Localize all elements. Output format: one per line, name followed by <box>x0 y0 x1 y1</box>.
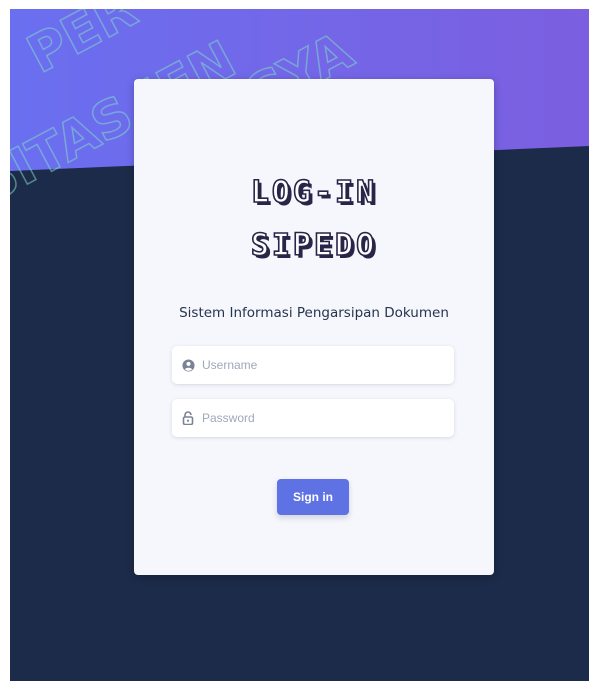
lock-icon <box>181 411 195 425</box>
username-field[interactable] <box>172 346 454 384</box>
password-field[interactable] <box>172 399 454 437</box>
login-card: LOG-IN LOG-IN SIPEDO SIPEDO Sistem Infor… <box>134 79 494 575</box>
sign-in-button[interactable]: Sign in <box>277 479 349 515</box>
logo-line-1: LOG-IN <box>251 175 377 210</box>
logo-line-2: SIPEDO <box>251 228 377 263</box>
password-input[interactable] <box>202 411 442 425</box>
username-input[interactable] <box>202 358 442 372</box>
logo: LOG-IN LOG-IN SIPEDO SIPEDO <box>250 174 377 266</box>
login-screen: PER SITAS JEN YOGYA LOG-IN LOG-IN SIPEDO… <box>10 9 589 681</box>
user-circle-icon <box>181 358 195 372</box>
subtitle: Sistem Informasi Pengarsipan Dokumen <box>179 305 449 321</box>
